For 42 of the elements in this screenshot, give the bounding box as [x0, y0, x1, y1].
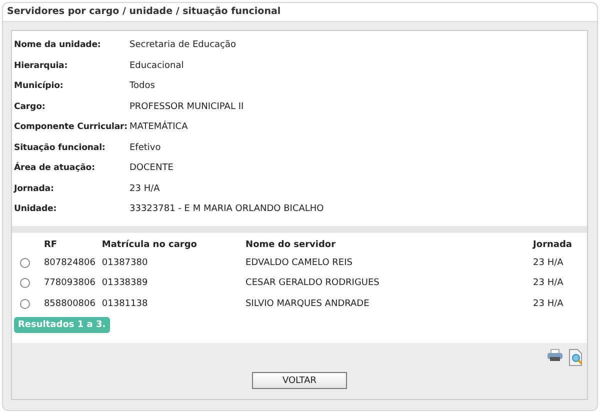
table-cell: 807824806	[44, 252, 102, 273]
results-badge: Resultados 1 a 3.	[14, 317, 110, 333]
field-value: Secretaria de Educação	[130, 39, 238, 52]
field-label: Cargo:	[14, 100, 46, 114]
field-label: Unidade:	[14, 203, 58, 216]
field-value: MATEMÁTICA	[130, 120, 189, 134]
table-cell-text: 01387380	[102, 256, 149, 270]
table-cell: 858800806	[44, 294, 102, 314]
table-cell-text: 23 H/A	[533, 256, 564, 270]
panel-title: Servidores por cargo / unidade / situação funcional	[3, 3, 597, 22]
column-header: Nome do servidor	[246, 238, 534, 252]
field-label: Município:	[14, 80, 64, 93]
back-button[interactable]: VOLTAR	[252, 372, 347, 389]
row-radio[interactable]	[20, 258, 30, 268]
printer-icon[interactable]	[547, 349, 563, 362]
table-cell-text: 01381138	[102, 298, 149, 311]
field-label: Hierarquia:	[14, 60, 69, 72]
field-value: PROFESSOR MUNICIPAL II	[130, 100, 245, 114]
table-cell: 778093806	[44, 273, 102, 294]
column-header: RF	[44, 239, 58, 252]
table-cell-text: 23 H/A	[533, 277, 564, 290]
table-cell-text: CESAR GERALDO RODRIGUES	[246, 277, 380, 290]
field-value: Efetivo	[130, 142, 162, 154]
field-label: Componente Curricular:	[14, 121, 128, 134]
field-label: Área de atuação:	[14, 161, 96, 175]
table-cell-text: EDVALDO CAMELO REIS	[246, 256, 354, 270]
table-cell-text: 01338389	[102, 277, 149, 290]
field-value: Educacional	[130, 60, 185, 72]
column-header: Matrícula no cargo	[102, 238, 198, 252]
table-cell-text: 23 H/A	[533, 298, 564, 311]
field-value: Todos	[130, 80, 156, 93]
column-header: Jornada	[533, 239, 572, 252]
row-radio[interactable]	[20, 278, 30, 288]
field-value: DOCENTE	[130, 162, 174, 175]
document-search-icon[interactable]	[569, 349, 583, 366]
field-label: Nome da unidade:	[14, 39, 102, 52]
table-cell-text: SILVIO MARQUES ANDRADE	[246, 298, 370, 311]
field-label: Jornada:	[14, 182, 55, 196]
field-label: Situação funcional:	[14, 142, 106, 154]
field-value: 23 H/A	[130, 182, 161, 196]
field-value: 33323781 - E M MARIA ORLANDO BICALHO	[130, 203, 325, 216]
row-radio[interactable]	[20, 298, 30, 309]
